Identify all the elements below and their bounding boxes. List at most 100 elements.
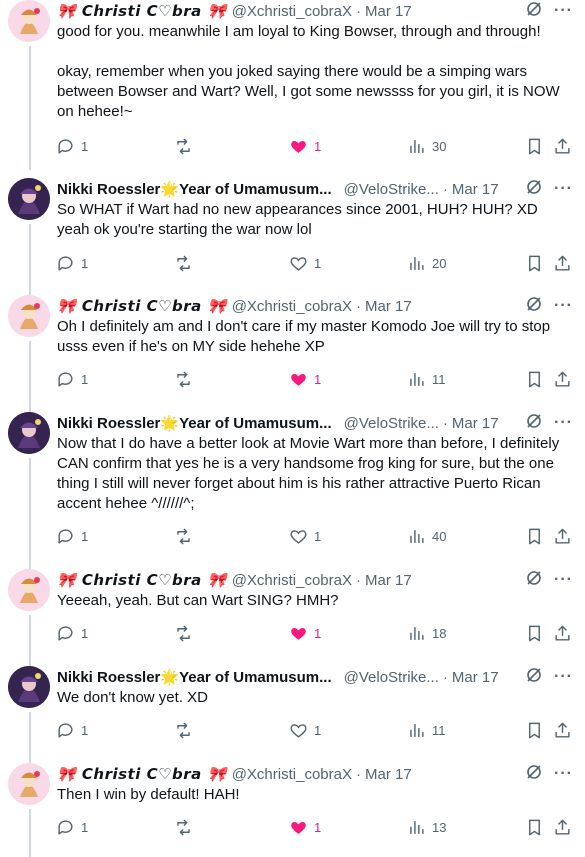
views-button[interactable]: 11 <box>407 370 446 389</box>
more-icon[interactable]: ··· <box>554 414 573 432</box>
display-name[interactable]: Nikki Roessler🌟Year of Umamusum... <box>57 414 332 432</box>
avatar[interactable] <box>8 295 50 337</box>
bookmark-button[interactable] <box>525 624 544 643</box>
timestamp[interactable]: Mar 17 <box>365 572 412 589</box>
reply-button[interactable]: 1 <box>56 527 88 546</box>
grok-icon[interactable] <box>526 413 542 434</box>
more-icon[interactable]: ··· <box>554 765 573 783</box>
share-button[interactable] <box>553 370 572 389</box>
views-button[interactable]: 40 <box>407 527 446 546</box>
display-name[interactable]: 🎀 𝘾𝙝𝙧𝙞𝙨𝙩𝙞 𝘾♡𝙗𝙧𝙖 🎀 <box>57 2 227 20</box>
tweet[interactable]: 🎀 𝘾𝙝𝙧𝙞𝙨𝙩𝙞 𝘾♡𝙗𝙧𝙖 🎀 @Xchristi_cobraX · Mar… <box>0 0 585 170</box>
tweet[interactable]: Nikki Roessler🌟Year of Umamusum... @Velo… <box>0 412 585 569</box>
retweet-button[interactable] <box>174 254 199 273</box>
separator: · <box>355 297 361 315</box>
views-button[interactable]: 18 <box>407 624 446 643</box>
display-name[interactable]: Nikki Roessler🌟Year of Umamusum... <box>57 668 332 686</box>
display-name[interactable]: Nikki Roessler🌟Year of Umamusum... <box>57 180 332 198</box>
grok-icon[interactable] <box>526 179 542 200</box>
tweet[interactable]: 🎀 𝘾𝙝𝙧𝙞𝙨𝙩𝙞 𝘾♡𝙗𝙧𝙖 🎀 @Xchristi_cobraX · Mar… <box>0 763 585 857</box>
retweet-button[interactable] <box>174 137 199 156</box>
bookmark-icon <box>529 625 540 641</box>
avatar[interactable] <box>8 178 50 220</box>
timestamp[interactable]: Mar 17 <box>365 298 412 315</box>
bookmark-button[interactable] <box>525 254 544 273</box>
timestamp[interactable]: Mar 17 <box>452 669 499 686</box>
retweet-button[interactable] <box>174 624 199 643</box>
more-icon[interactable]: ··· <box>554 297 573 315</box>
user-handle[interactable]: @Xchristi_cobraX <box>232 766 352 783</box>
tweet-actions: 1 1 40 <box>52 526 575 546</box>
heart-icon <box>290 256 307 271</box>
reply-button[interactable]: 1 <box>56 624 88 643</box>
share-button[interactable] <box>553 721 572 740</box>
like-button[interactable]: 1 <box>289 254 321 273</box>
share-button[interactable] <box>553 137 572 156</box>
like-button[interactable]: 1 <box>289 370 321 389</box>
grok-icon[interactable] <box>526 570 542 591</box>
tweet[interactable]: 🎀 𝘾𝙝𝙧𝙞𝙨𝙩𝙞 𝘾♡𝙗𝙧𝙖 🎀 @Xchristi_cobraX · Mar… <box>0 295 585 412</box>
timestamp[interactable]: Mar 17 <box>365 766 412 783</box>
like-button[interactable]: 1 <box>289 527 321 546</box>
bookmark-button[interactable] <box>525 370 544 389</box>
reply-button[interactable]: 1 <box>56 137 88 156</box>
share-button[interactable] <box>553 527 572 546</box>
grok-icon[interactable] <box>526 1 542 22</box>
user-handle[interactable]: @VeloStrike... <box>344 669 439 686</box>
retweet-button[interactable] <box>174 527 199 546</box>
user-handle[interactable]: @Xchristi_cobraX <box>232 298 352 315</box>
grok-icon[interactable] <box>526 764 542 785</box>
share-button[interactable] <box>553 624 572 643</box>
bookmark-button[interactable] <box>525 818 544 837</box>
like-button[interactable]: 1 <box>289 137 321 156</box>
separator: · <box>442 180 448 198</box>
views-button[interactable]: 20 <box>407 254 446 273</box>
retweet-button[interactable] <box>174 818 199 837</box>
tweet[interactable]: Nikki Roessler🌟Year of Umamusum... @Velo… <box>0 178 585 295</box>
bookmark-button[interactable] <box>525 721 544 740</box>
more-icon[interactable]: ··· <box>554 668 573 686</box>
more-icon[interactable]: ··· <box>554 2 573 20</box>
views-button[interactable]: 13 <box>407 818 446 837</box>
reply-icon <box>58 371 73 387</box>
timestamp[interactable]: Mar 17 <box>452 181 499 198</box>
like-button[interactable]: 1 <box>289 818 321 837</box>
bookmark-button[interactable] <box>525 137 544 156</box>
reply-button[interactable]: 1 <box>56 818 88 837</box>
timestamp[interactable]: Mar 17 <box>452 415 499 432</box>
avatar[interactable] <box>8 666 50 708</box>
reply-button[interactable]: 1 <box>56 721 88 740</box>
thread-line <box>29 224 31 295</box>
display-name[interactable]: 🎀 𝘾𝙝𝙧𝙞𝙨𝙩𝙞 𝘾♡𝙗𝙧𝙖 🎀 <box>57 571 227 589</box>
tweet[interactable]: 🎀 𝘾𝙝𝙧𝙞𝙨𝙩𝙞 𝘾♡𝙗𝙧𝙖 🎀 @Xchristi_cobraX · Mar… <box>0 569 585 666</box>
like-button[interactable]: 1 <box>289 721 321 740</box>
share-button[interactable] <box>553 254 572 273</box>
user-handle[interactable]: @VeloStrike... <box>344 181 439 198</box>
retweet-button[interactable] <box>174 721 199 740</box>
bookmark-icon <box>529 371 540 387</box>
grok-icon[interactable] <box>526 296 542 317</box>
avatar[interactable] <box>8 412 50 454</box>
user-handle[interactable]: @Xchristi_cobraX <box>232 3 352 20</box>
views-button[interactable]: 11 <box>407 721 446 740</box>
share-button[interactable] <box>553 818 572 837</box>
user-handle[interactable]: @Xchristi_cobraX <box>232 572 352 589</box>
display-name[interactable]: 🎀 𝘾𝙝𝙧𝙞𝙨𝙩𝙞 𝘾♡𝙗𝙧𝙖 🎀 <box>57 765 227 783</box>
avatar[interactable] <box>8 569 50 611</box>
timestamp[interactable]: Mar 17 <box>365 3 412 20</box>
avatar[interactable] <box>8 0 50 42</box>
retweet-button[interactable] <box>174 370 199 389</box>
views-button[interactable]: 30 <box>407 137 446 156</box>
display-name[interactable]: 🎀 𝘾𝙝𝙧𝙞𝙨𝙩𝙞 𝘾♡𝙗𝙧𝙖 🎀 <box>57 297 227 315</box>
reply-button[interactable]: 1 <box>56 370 88 389</box>
more-icon[interactable]: ··· <box>554 180 573 198</box>
reply-button[interactable]: 1 <box>56 254 88 273</box>
user-handle[interactable]: @VeloStrike... <box>344 415 439 432</box>
grok-icon[interactable] <box>526 667 542 688</box>
like-button[interactable]: 1 <box>289 624 321 643</box>
reply-icon <box>58 528 73 544</box>
bookmark-button[interactable] <box>525 527 544 546</box>
tweet[interactable]: Nikki Roessler🌟Year of Umamusum... @Velo… <box>0 666 585 763</box>
avatar[interactable] <box>8 763 50 805</box>
more-icon[interactable]: ··· <box>554 571 573 589</box>
